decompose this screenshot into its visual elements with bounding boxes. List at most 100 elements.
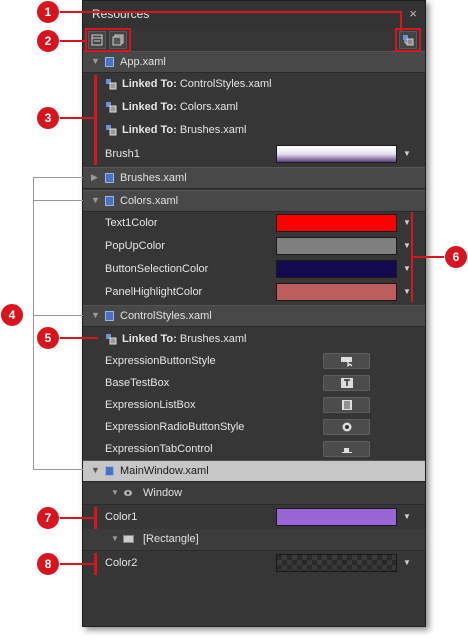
element-header-rectangle[interactable]: ▼ [Rectangle] xyxy=(83,529,425,551)
style-row[interactable]: ExpressionRadioButtonStyle xyxy=(83,416,425,439)
style-preview-button[interactable] xyxy=(323,441,370,457)
dropdown-arrow-icon[interactable]: ▼ xyxy=(403,149,411,158)
callout-4-line xyxy=(33,177,83,178)
callout-badge: 1 xyxy=(36,0,60,24)
link-row[interactable]: Linked To: Colors.xaml xyxy=(83,96,425,119)
resource-row-color[interactable]: ButtonSelectionColor ▼ xyxy=(83,258,425,281)
callout-3-line xyxy=(58,117,95,119)
resource-label: PanelHighlightColor xyxy=(105,286,203,298)
file-header-controlstyles[interactable]: ▼ ControlStyles.xaml xyxy=(83,305,425,327)
expand-arrow-icon[interactable]: ▼ xyxy=(91,56,100,66)
xaml-file-icon xyxy=(105,196,114,206)
callout-5-line xyxy=(58,337,98,339)
dropdown-arrow-icon[interactable]: ▼ xyxy=(403,287,411,296)
panel-titlebar: Resources × xyxy=(83,1,425,29)
expand-arrow-icon[interactable]: ▼ xyxy=(111,488,119,497)
style-label: ExpressionListBox xyxy=(105,399,196,411)
dropdown-arrow-icon[interactable]: ▼ xyxy=(403,218,411,227)
style-preview-button[interactable] xyxy=(323,375,370,391)
color-swatch[interactable] xyxy=(276,283,397,301)
tab-style-icon xyxy=(342,448,352,453)
link-text: Linked To: ControlStyles.xaml xyxy=(122,78,272,90)
style-row[interactable]: ExpressionListBox xyxy=(83,394,425,417)
callout-badge: 6 xyxy=(444,245,468,269)
callout-2-line xyxy=(57,40,87,42)
color-swatch[interactable] xyxy=(276,508,397,526)
callout-4-bracket xyxy=(33,177,34,469)
button-style-icon xyxy=(341,357,353,367)
link-text: Linked To: Colors.xaml xyxy=(122,101,238,113)
resource-row-color[interactable]: PopUpColor ▼ xyxy=(83,235,425,258)
element-header-window[interactable]: ▼ Window xyxy=(83,483,425,505)
style-row[interactable]: ExpressionButtonStyle xyxy=(83,350,425,373)
element-name: [Rectangle] xyxy=(143,533,199,545)
style-preview-button[interactable] xyxy=(323,353,370,369)
resource-label: Color2 xyxy=(105,557,138,569)
close-icon[interactable]: × xyxy=(409,6,417,21)
color-swatch[interactable] xyxy=(276,237,397,255)
resource-row-color1[interactable]: Color1 ▼ xyxy=(83,506,425,529)
radio-style-icon xyxy=(342,422,352,432)
callout-2-box xyxy=(85,28,131,52)
resource-row-color[interactable]: PanelHighlightColor ▼ xyxy=(83,281,425,304)
expand-arrow-icon[interactable]: ▼ xyxy=(91,465,100,475)
style-preview-button[interactable] xyxy=(323,419,370,435)
xaml-file-icon xyxy=(105,466,114,476)
dropdown-arrow-icon[interactable]: ▼ xyxy=(403,264,411,273)
transparent-color-swatch[interactable] xyxy=(276,554,397,572)
link-row[interactable]: Linked To: Brushes.xaml xyxy=(83,119,425,142)
link-row[interactable]: Linked To: ControlStyles.xaml xyxy=(83,73,425,96)
linked-dictionary-icon xyxy=(106,102,117,113)
resources-panel: Resources × ▼ App.xaml Linked To: Contro… xyxy=(82,0,426,627)
file-header-brushes[interactable]: ▶ Brushes.xaml xyxy=(83,167,425,189)
link-text: Linked To: Brushes.xaml xyxy=(122,333,247,345)
collapse-arrow-icon[interactable]: ▶ xyxy=(91,172,98,183)
dropdown-arrow-icon[interactable]: ▼ xyxy=(403,512,411,521)
file-header-mainwindow[interactable]: ▼ MainWindow.xaml xyxy=(83,460,425,482)
callout-badge: 4 xyxy=(0,303,24,327)
rectangle-element-icon xyxy=(123,535,134,543)
element-name: Window xyxy=(143,487,183,499)
gradient-brush-swatch[interactable] xyxy=(276,145,397,163)
file-name: Colors.xaml xyxy=(120,195,179,207)
dropdown-arrow-icon[interactable]: ▼ xyxy=(403,558,411,567)
callout-7-line xyxy=(58,517,95,519)
xaml-file-icon xyxy=(105,57,114,67)
callout-badge: 8 xyxy=(36,552,60,576)
callout-badge: 3 xyxy=(36,106,60,130)
expand-arrow-icon[interactable]: ▼ xyxy=(111,534,119,543)
linked-dictionary-icon xyxy=(106,79,117,90)
style-label: ExpressionRadioButtonStyle xyxy=(105,421,245,433)
style-label: BaseTestBox xyxy=(105,377,170,389)
style-label: ExpressionTabControl xyxy=(105,443,213,455)
resource-row-color[interactable]: Text1Color ▼ xyxy=(83,212,425,235)
style-preview-button[interactable] xyxy=(323,397,370,413)
file-name: Brushes.xaml xyxy=(120,172,187,184)
callout-6-line xyxy=(411,256,446,258)
style-label: ExpressionButtonStyle xyxy=(105,355,216,367)
resource-row-brush1[interactable]: Brush1 ▼ xyxy=(83,143,425,166)
callout-4-line xyxy=(33,200,83,201)
style-row[interactable]: BaseTestBox xyxy=(83,372,425,395)
expand-arrow-icon[interactable]: ▼ xyxy=(91,195,100,205)
callout-badge: 5 xyxy=(36,326,60,350)
color-swatch[interactable] xyxy=(276,260,397,278)
file-header-app[interactable]: ▼ App.xaml xyxy=(83,51,425,73)
color-swatch[interactable] xyxy=(276,214,397,232)
callout-badge: 7 xyxy=(36,506,60,530)
resource-label: Color1 xyxy=(105,511,138,523)
link-row[interactable]: Linked To: Brushes.xaml xyxy=(83,328,425,351)
window-element-icon xyxy=(124,490,132,496)
resource-row-color2[interactable]: Color2 ▼ xyxy=(83,552,425,575)
style-row[interactable]: ExpressionTabControl xyxy=(83,438,425,461)
callout-badge: 2 xyxy=(36,29,60,53)
file-name: App.xaml xyxy=(120,56,166,68)
panel-toolbar xyxy=(83,29,425,51)
file-header-colors[interactable]: ▼ Colors.xaml xyxy=(83,190,425,212)
dropdown-arrow-icon[interactable]: ▼ xyxy=(403,241,411,250)
expand-arrow-icon[interactable]: ▼ xyxy=(91,310,100,320)
linked-dictionary-icon xyxy=(106,125,117,136)
link-text: Linked To: Brushes.xaml xyxy=(122,124,247,136)
panel-title: Resources xyxy=(92,7,150,21)
xaml-file-icon xyxy=(105,173,114,183)
